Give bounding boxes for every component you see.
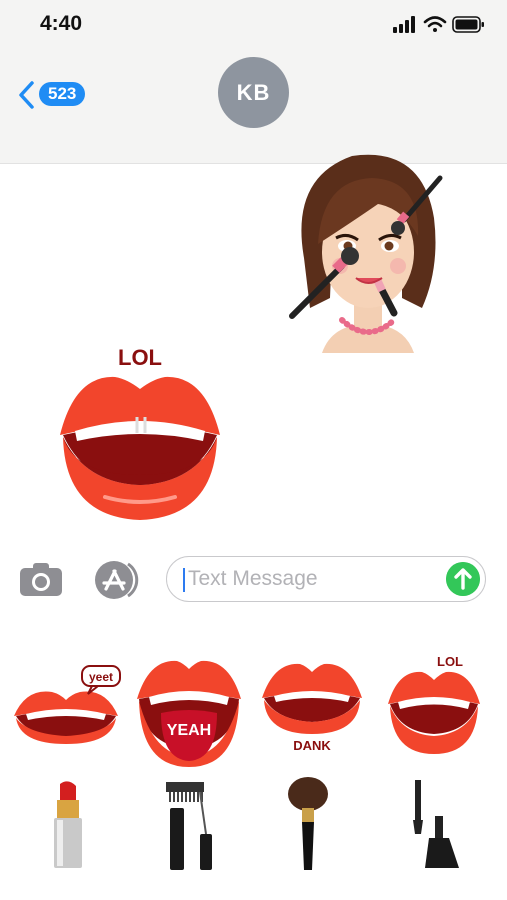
signal-icon: [393, 16, 415, 33]
unread-count-badge: 523: [39, 82, 86, 106]
app-store-button[interactable]: [92, 559, 142, 601]
lol-small-text: LOL: [437, 654, 463, 669]
message-placeholder: Text Message: [188, 567, 318, 590]
camera-icon: [20, 563, 62, 596]
text-cursor: [183, 568, 185, 592]
status-time: 4:40: [40, 12, 83, 35]
app-store-icon: [95, 561, 139, 599]
wifi-icon: [423, 16, 447, 32]
message-input[interactable]: Text Message: [166, 556, 486, 602]
back-button[interactable]: 523: [16, 80, 96, 110]
yeah-text: YEAH: [167, 722, 211, 739]
lips-lol-small-sticker[interactable]: LOL: [384, 652, 484, 756]
nail-polish-sticker[interactable]: [405, 776, 461, 872]
lol-text: LOL: [118, 345, 162, 370]
status-icons: [393, 16, 484, 33]
contact-avatar[interactable]: KB: [218, 57, 289, 128]
dank-text: DANK: [293, 738, 331, 753]
yeet-text: yeet: [89, 670, 113, 684]
mascara-sticker[interactable]: [162, 778, 214, 872]
camera-button[interactable]: [18, 559, 64, 599]
lipstick-sticker[interactable]: [48, 778, 88, 870]
makeup-girl-sticker[interactable]: [282, 148, 452, 353]
chevron-left-icon: [19, 81, 34, 109]
lips-dank-sticker[interactable]: DANK: [258, 658, 366, 754]
lips-yeah-sticker[interactable]: YEAH: [133, 655, 245, 773]
lips-lol-sticker[interactable]: LOL: [55, 345, 225, 525]
makeup-brush-sticker[interactable]: [283, 776, 333, 872]
battery-icon: [452, 16, 484, 33]
lips-yeet-sticker[interactable]: yeet: [10, 662, 122, 744]
send-button[interactable]: [446, 562, 480, 596]
